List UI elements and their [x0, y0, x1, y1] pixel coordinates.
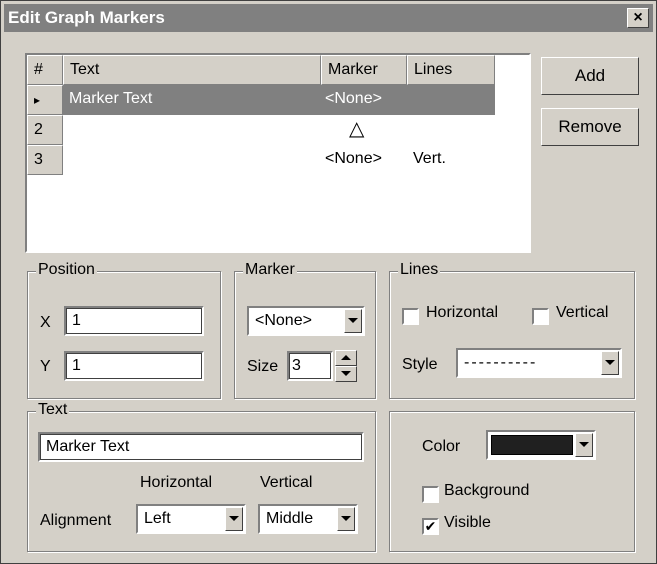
horizontal-label: Horizontal	[140, 474, 213, 491]
text-legend: Text	[36, 401, 70, 419]
position-legend: Position	[36, 261, 97, 279]
close-icon[interactable]: ×	[627, 8, 649, 28]
style-label: Style	[402, 356, 438, 373]
row-marker: <None>	[325, 150, 382, 167]
table-row[interactable]: △	[63, 115, 495, 145]
x-input[interactable]: 1	[64, 306, 204, 336]
lines-legend: Lines	[398, 261, 441, 279]
spin-down-icon[interactable]	[335, 366, 357, 382]
background-checkbox-label[interactable]: Background	[444, 482, 529, 500]
remove-button[interactable]: Remove	[541, 108, 639, 146]
size-label: Size	[247, 358, 279, 375]
y-label: Y	[40, 358, 51, 375]
marker-type-value: <None>	[255, 312, 312, 329]
line-style-value: ----------	[464, 354, 538, 371]
appearance-group: Color Background ✔ Visible	[389, 411, 635, 552]
table-row[interactable]: Marker Text <None>	[63, 85, 495, 115]
color-swatch	[491, 435, 573, 455]
chevron-down-icon[interactable]	[225, 507, 243, 531]
vertical-alignment-value: Middle	[266, 510, 314, 527]
vertical-checkbox-label[interactable]: Vertical	[556, 304, 608, 322]
line-style-select[interactable]: ----------	[456, 348, 622, 378]
y-input[interactable]: 1	[64, 351, 204, 381]
chevron-down-icon[interactable]	[575, 433, 593, 457]
spin-up-icon[interactable]	[335, 350, 357, 366]
title-bar[interactable]: Edit Graph Markers ×	[4, 4, 653, 32]
alignment-label: Alignment	[40, 512, 112, 529]
table-row[interactable]: <None> Vert.	[63, 145, 495, 175]
marker-group: Marker <None> Size 3	[234, 261, 376, 399]
row-number[interactable]: 3	[27, 145, 63, 175]
markers-grid[interactable]: # Text Marker Lines ▸ Marker Text <None>…	[25, 53, 531, 253]
add-button[interactable]: Add	[541, 57, 639, 95]
triangle-marker-icon: △	[349, 118, 365, 140]
background-checkbox[interactable]	[422, 486, 439, 503]
x-label: X	[40, 314, 51, 331]
chevron-down-icon[interactable]	[344, 309, 362, 333]
lines-group: Lines Horizontal Vertical Style --------…	[389, 261, 635, 399]
visible-checkbox[interactable]: ✔	[422, 518, 439, 535]
size-input[interactable]: 3	[287, 351, 333, 381]
vertical-alignment-select[interactable]: Middle	[258, 504, 358, 534]
color-select[interactable]	[486, 430, 596, 460]
row-marker: <None>	[325, 90, 382, 107]
chevron-down-icon[interactable]	[601, 351, 619, 375]
row-pointer-icon[interactable]: ▸	[27, 85, 63, 115]
color-label: Color	[422, 438, 461, 455]
vertical-checkbox[interactable]	[532, 308, 549, 325]
grid-header-number: #	[27, 55, 63, 85]
row-lines: Vert.	[413, 150, 446, 167]
row-number[interactable]: 2	[27, 115, 63, 145]
size-stepper[interactable]	[335, 350, 357, 382]
row-text: Marker Text	[69, 90, 153, 107]
position-group: Position X 1 Y 1	[27, 261, 221, 399]
grid-header-text: Text	[63, 55, 321, 85]
marker-type-select[interactable]: <None>	[247, 306, 365, 336]
marker-text-input[interactable]: Marker Text	[38, 432, 364, 462]
chevron-down-icon[interactable]	[337, 507, 355, 531]
horizontal-alignment-value: Left	[144, 510, 171, 527]
vertical-label: Vertical	[260, 474, 313, 491]
horizontal-alignment-select[interactable]: Left	[136, 504, 246, 534]
horizontal-checkbox-label[interactable]: Horizontal	[426, 304, 498, 322]
grid-header-lines: Lines	[407, 55, 495, 85]
marker-legend: Marker	[243, 261, 297, 279]
visible-checkbox-label[interactable]: Visible	[444, 514, 491, 532]
horizontal-checkbox[interactable]	[402, 308, 419, 325]
text-group: Text Marker Text Horizontal Vertical Ali…	[27, 401, 376, 552]
grid-header-marker: Marker	[321, 55, 407, 85]
window-title: Edit Graph Markers	[8, 8, 165, 27]
edit-graph-markers-dialog: Edit Graph Markers × # Text Marker Lines…	[0, 0, 657, 564]
